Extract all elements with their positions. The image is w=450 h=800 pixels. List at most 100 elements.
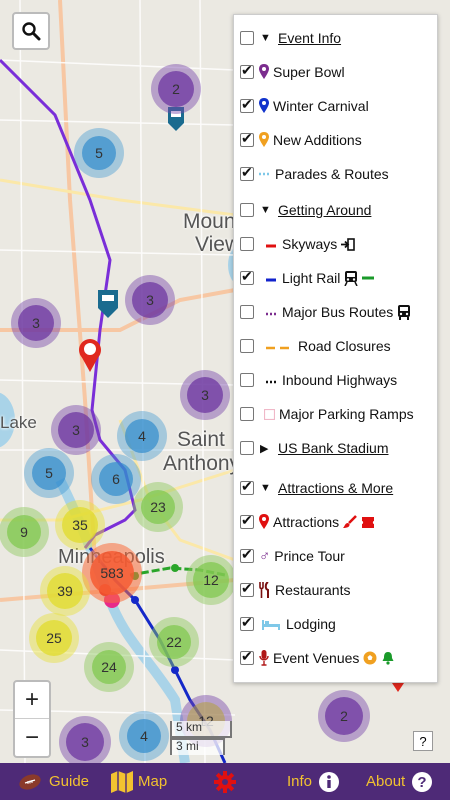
legend-row-skyways[interactable]: Skyways [240,233,356,255]
cluster-count: 23 [141,490,175,524]
expand-triangle-icon[interactable]: ▼ [260,32,272,44]
legend-row-attractions[interactable]: Attractions [240,511,375,533]
map-cluster[interactable]: 3 [51,405,101,455]
cluster-count: 22 [157,625,191,659]
checkbox[interactable] [240,31,254,45]
scale-mi: 3 mi [170,738,225,755]
checkbox[interactable] [240,407,254,421]
legend-row-us-bank[interactable]: ▶ US Bank Stadium [240,437,389,459]
legend-section-header[interactable]: Attractions & More [278,480,393,496]
legend-label: Super Bowl [273,64,345,80]
checkbox[interactable] [240,96,254,113]
map-cluster[interactable]: 3 [180,370,230,420]
map-cluster[interactable]: 39 [40,566,90,616]
map-cluster[interactable]: 9 [0,507,49,557]
map-search-button[interactable] [12,12,50,50]
checkbox[interactable] [240,164,254,181]
map-cluster[interactable]: 583 [82,543,142,603]
map-cluster[interactable]: 12 [186,555,236,605]
legend-row-light-rail[interactable]: Light Rail [240,267,375,289]
legend-row-road-closures[interactable]: Road Closures [240,335,391,357]
legend-row-inbound-hwy[interactable]: Inbound Highways [240,369,397,391]
legend-row-parades[interactable]: Parades & Routes [240,163,389,185]
checkbox[interactable] [240,305,254,319]
scale-km: 5 km [170,721,232,738]
legend-label: Winter Carnival [273,98,369,114]
checkbox[interactable] [240,203,254,217]
checkbox[interactable] [240,268,254,285]
checkbox[interactable] [240,373,254,387]
map-cluster[interactable]: 4 [119,711,169,761]
nav-label: Guide [49,773,90,790]
legend-row-attractions-more[interactable]: ▼ Attractions & More [240,477,393,499]
legend-label: Major Bus Routes [282,304,394,320]
map-cluster[interactable]: 2 [151,64,201,114]
map-pin-icon [259,132,269,148]
checkbox[interactable] [240,614,254,631]
nav-info[interactable]: Info [287,763,340,800]
collapse-triangle-icon[interactable]: ▶ [260,442,272,455]
map-cluster[interactable]: 24 [84,642,134,692]
legend-label: Parades & Routes [275,166,389,182]
zoom-in-button[interactable]: + [15,682,49,719]
cluster-count: 3 [58,412,94,448]
checkbox[interactable] [240,546,254,563]
legend-row-major-bus[interactable]: Major Bus Routes [240,301,411,323]
legend-row-lodging[interactable]: Lodging [240,613,336,635]
legend-row-event-venues[interactable]: Event Venues [240,647,395,669]
map-cluster[interactable]: 5 [74,128,124,178]
help-button[interactable]: ? [413,731,433,751]
light-rail-line-icon [266,270,276,286]
nav-guide[interactable]: Guide [17,763,89,800]
map-cluster[interactable]: 2 [318,690,370,742]
checkbox[interactable] [240,648,254,665]
map-cluster[interactable]: 22 [149,617,199,667]
legend-label: Skyways [282,236,338,252]
legend-label: Light Rail [282,270,341,286]
sign-in-icon [341,237,356,251]
legend-section-header[interactable]: Getting Around [278,202,371,218]
map-cluster[interactable]: 6 [91,454,141,504]
map-cluster[interactable]: 25 [29,613,79,663]
map-cluster[interactable]: 4 [117,411,167,461]
legend-row-new-additions[interactable]: New Additions [240,129,362,151]
checkbox[interactable] [240,512,254,529]
cluster-count: 25 [36,620,72,656]
checkbox[interactable] [240,237,254,251]
legend-row-parking[interactable]: Major Parking Ramps [240,403,414,425]
map-cluster[interactable]: 5 [24,448,74,498]
expand-triangle-icon[interactable]: ▼ [260,204,272,216]
checkbox[interactable] [240,130,254,147]
legend-row-getting-around[interactable]: ▼ Getting Around [240,199,371,221]
checkbox[interactable] [240,441,254,455]
checkbox[interactable] [240,62,254,79]
football-icon [19,773,41,790]
legend-row-prince-tour[interactable]: ♂ Prince Tour [240,545,345,567]
checkbox[interactable] [240,478,254,495]
map-cluster[interactable]: 35 [55,500,105,550]
nav-about[interactable]: About ? [366,763,433,800]
legend-row-event-info[interactable]: ▼ Event Info [240,27,341,49]
map-cluster[interactable]: 3 [125,275,175,325]
map-cluster[interactable]: 3 [59,716,111,763]
map-cluster[interactable]: 3 [11,298,61,348]
nav-label: Info [287,773,313,790]
train-icon [344,270,359,286]
nav-map[interactable]: Map [110,763,167,800]
legend-row-super-bowl[interactable]: Super Bowl [240,61,345,83]
paintbrush-icon [343,515,358,529]
map-pin-icon [259,98,269,114]
expand-triangle-icon[interactable]: ▼ [260,482,272,494]
zoom-out-button[interactable]: − [15,719,49,756]
legend-section-header[interactable]: Event Info [278,30,341,46]
cluster-count: 9 [7,515,41,549]
checkbox[interactable] [240,339,254,353]
map-cluster[interactable]: 23 [133,482,183,532]
place-label: Lake [0,413,37,432]
cluster-count: 3 [18,305,54,341]
legend-row-winter-carnival[interactable]: Winter Carnival [240,95,369,117]
legend-row-restaurants[interactable]: Restaurants [240,579,350,601]
checkbox[interactable] [240,580,254,597]
nav-settings[interactable] [214,763,236,800]
legend-section-header[interactable]: US Bank Stadium [278,440,389,456]
